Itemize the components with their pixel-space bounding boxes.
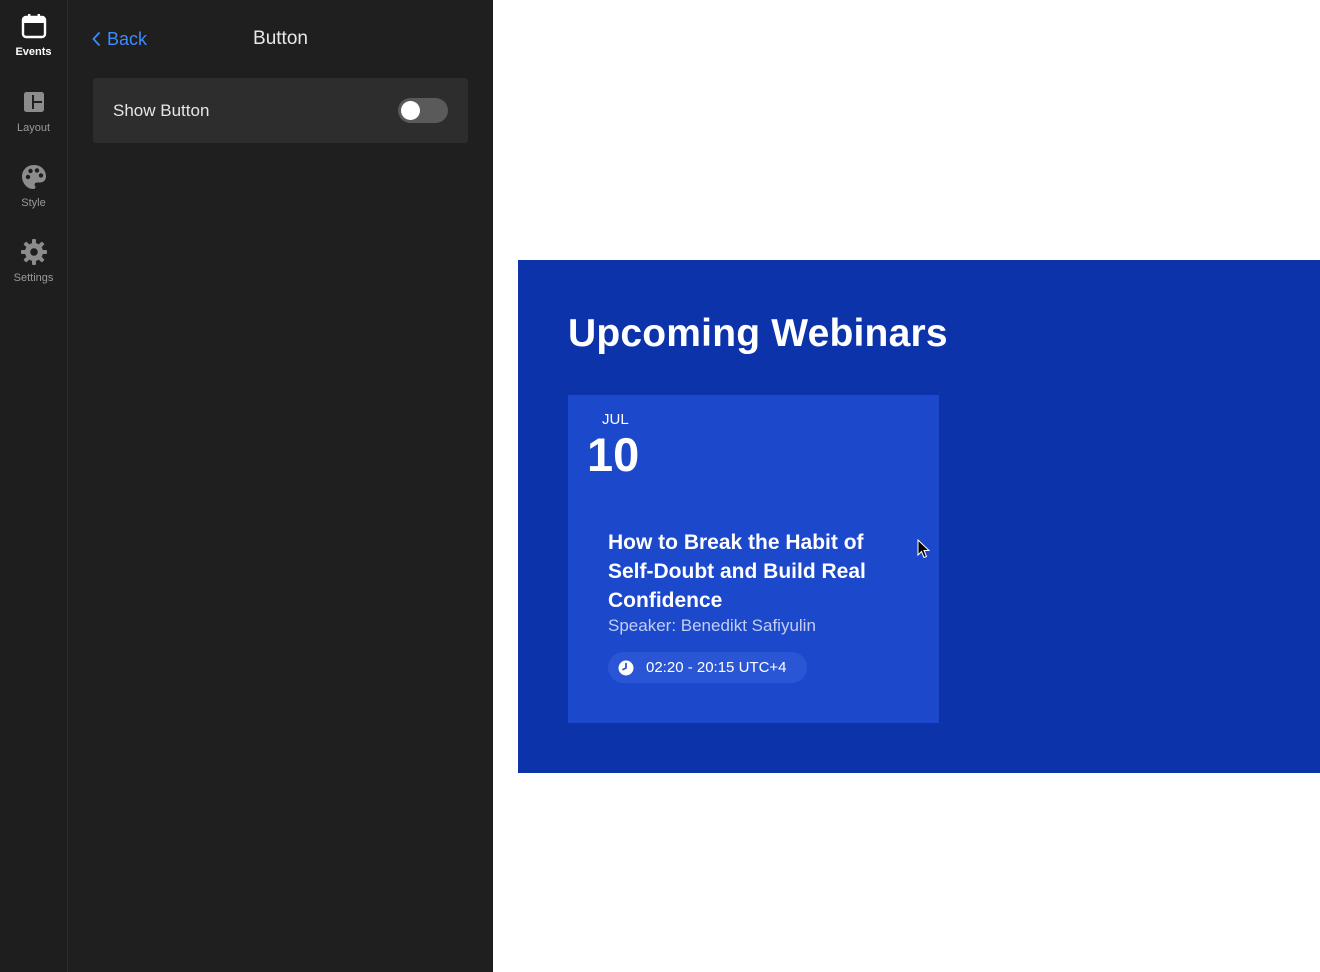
event-month: JUL [602,411,629,428]
sidebar-item-style[interactable]: Style [0,151,67,221]
sidebar-item-events[interactable]: Events [0,0,67,70]
event-card[interactable]: JUL 10 How to Break the Habit of Self-Do… [568,395,939,723]
toggle-knob [401,101,420,120]
sidebar-item-label: Settings [13,272,54,284]
settings-panel: Back Button Show Button [68,0,493,972]
sidebar-item-label: Events [15,46,52,58]
sidebar-item-layout[interactable]: Layout [0,76,67,146]
webinar-widget: Upcoming Webinars JUL 10 How to Break th… [518,260,1320,773]
mouse-pointer-icon [917,539,931,559]
widget-title: Upcoming Webinars [568,312,948,355]
sidebar-item-label: Style [21,197,46,209]
event-speaker: Speaker: Benedikt Safiyulin [608,616,816,635]
panel-header: Back Button [68,0,493,78]
show-button-option: Show Button [93,78,468,143]
calendar-icon [20,12,48,40]
show-button-label: Show Button [113,101,210,120]
palette-icon [20,163,48,191]
icon-rail: Events Layout Style Settings [0,0,68,972]
layout-icon [20,88,48,116]
show-button-toggle[interactable] [398,98,448,123]
event-time-badge: 02:20 - 20:15 UTC+4 [608,652,807,683]
sidebar-item-label: Layout [16,122,51,134]
event-time: 02:20 - 20:15 UTC+4 [646,659,787,676]
gear-icon [20,238,48,266]
clock-icon [618,660,634,675]
sidebar-item-settings[interactable]: Settings [0,226,67,296]
preview-area: Upcoming Webinars JUL 10 How to Break th… [493,0,1320,972]
event-title: How to Break the Habit of Self-Doubt and… [608,531,866,612]
panel-title: Button [253,28,308,49]
event-day: 10 [587,428,640,481]
